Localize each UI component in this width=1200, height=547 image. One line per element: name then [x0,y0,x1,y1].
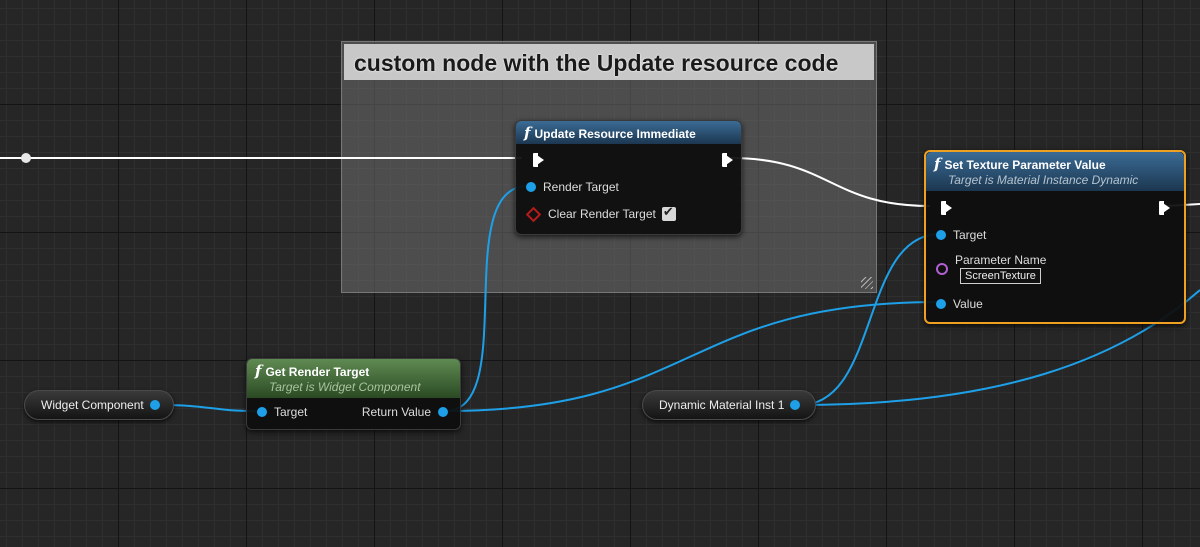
variable-label: Dynamic Material Inst 1 [659,398,785,412]
name-pin-icon[interactable] [936,263,948,275]
object-pin-icon[interactable] [149,400,160,410]
object-pin-icon[interactable] [936,230,946,240]
dynamic-material-inst-variable-node[interactable]: Dynamic Material Inst 1 [642,390,816,420]
data-wire-widget-to-target [159,404,259,412]
pin-label: Target [953,228,987,242]
target-pin-row[interactable]: Target [936,228,986,242]
exec-out-pin[interactable] [722,153,733,167]
object-pin-icon[interactable] [438,407,448,417]
pin-label: Parameter Name [955,253,1047,267]
variable-label: Widget Component [41,398,144,412]
widget-component-variable-node[interactable]: Widget Component [24,390,174,420]
function-icon: f [934,155,941,173]
parameter-name-input[interactable]: ScreenTexture [960,268,1041,284]
function-icon: f [255,362,262,380]
object-pin-icon[interactable] [257,407,267,417]
pin-label: Value [953,297,983,311]
update-resource-immediate-node[interactable]: f Update Resource Immediate Render Target… [515,120,742,235]
exec-out-pin[interactable] [1159,201,1170,215]
value-pin-row[interactable]: Value [936,297,983,311]
node-subtitle: Target is Material Instance Dynamic [948,173,1139,187]
clear-render-target-checkbox[interactable] [661,205,676,221]
exec-in-pin[interactable] [533,153,544,167]
node-title: Get Render Target [265,365,370,379]
function-icon: f [524,124,531,142]
target-pin-row[interactable]: Target [257,405,307,419]
data-wire-dynmat-to-target [799,233,941,406]
object-pin-icon[interactable] [936,299,946,309]
return-value-pin-row[interactable]: Return Value [362,405,448,419]
render-target-pin-row[interactable]: Render Target [526,180,619,194]
node-title: Update Resource Immediate [534,127,696,141]
node-title: Set Texture Parameter Value [944,158,1106,172]
pin-label: Return Value [361,405,431,419]
clear-render-target-pin-row[interactable]: Clear Render Target [525,205,676,222]
pin-label: Render Target [543,180,619,194]
node-header: f Set Texture Parameter Value Target is M… [926,152,1184,191]
pin-label: Clear Render Target [548,207,656,221]
object-pin-icon[interactable] [526,182,536,192]
object-pin-icon[interactable] [790,400,801,410]
set-texture-parameter-value-node[interactable]: f Set Texture Parameter Value Target is M… [924,150,1186,324]
parameter-name-pin-row[interactable]: Parameter Name ScreenTexture [936,253,1046,284]
exec-in-pin[interactable] [941,201,952,215]
node-header: f Update Resource Immediate [516,121,741,144]
node-header: f Get Render Target Target is Widget Comp… [247,359,460,398]
pin-label: Target [274,405,308,419]
node-subtitle: Target is Widget Component [269,380,421,394]
reroute-node[interactable] [21,153,31,163]
exec-wire-update-to-set [729,157,931,207]
bool-pin-icon[interactable] [525,206,542,222]
get-render-target-node[interactable]: f Get Render Target Target is Widget Comp… [246,358,461,430]
